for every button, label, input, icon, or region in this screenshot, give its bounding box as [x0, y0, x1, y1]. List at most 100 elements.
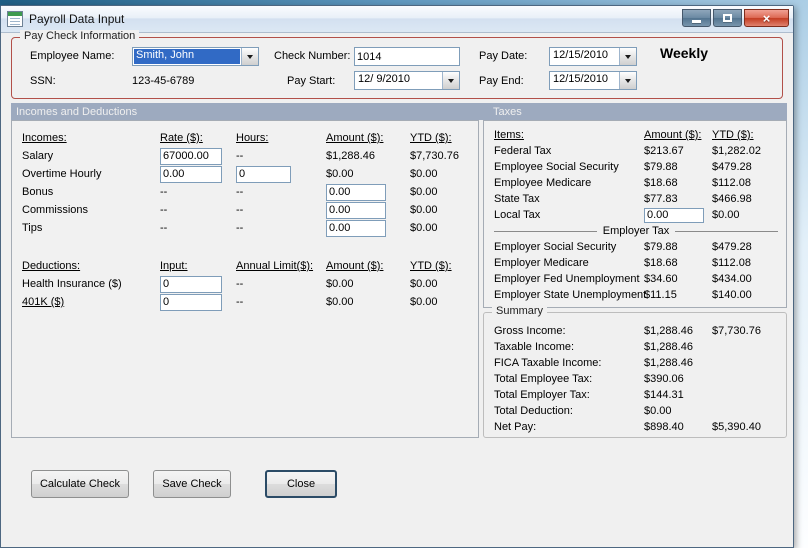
tax-amount: $18.68	[644, 257, 678, 269]
incomes-deductions-panel: Incomes: Rate ($): Hours: Amount ($): YT…	[11, 120, 479, 438]
pay-end-dropdown-button[interactable]	[619, 72, 636, 89]
deduction-name: Health Insurance ($)	[22, 278, 122, 290]
tax-amount: $77.83	[644, 193, 678, 205]
income-hours: --	[236, 222, 244, 234]
ytd-col-header: YTD ($):	[712, 129, 754, 141]
health-insurance-input[interactable]	[160, 275, 222, 293]
pay-date-dropdown-button[interactable]	[619, 48, 636, 65]
income-name: Commissions	[22, 204, 89, 216]
income-amount: $0.00	[326, 168, 354, 180]
tax-name: Employee Medicare	[494, 177, 592, 189]
employee-name-dropdown-button[interactable]	[241, 48, 258, 65]
check-number-label: Check Number:	[274, 50, 351, 62]
maximize-button[interactable]	[713, 9, 742, 27]
summary-name: Total Employee Tax:	[494, 373, 593, 385]
chevron-down-icon	[625, 78, 631, 83]
hours-col-header: Hours:	[236, 132, 269, 144]
paycheck-info-group-label: Pay Check Information	[20, 30, 140, 42]
chevron-down-icon	[448, 78, 454, 83]
income-row-overtime: Overtime Hourly $0.00 $0.00	[22, 165, 478, 183]
pay-start-picker[interactable]: 12/ 9/2010	[354, 71, 460, 90]
income-row-commissions: Commissions -- -- $0.00	[22, 201, 478, 219]
tax-row-employer-medicare: Employer Medicare $18.68 $112.08	[494, 255, 778, 271]
tax-name: Local Tax	[494, 209, 541, 221]
window-controls: ×	[682, 6, 789, 27]
summary-name: Net Pay:	[494, 421, 537, 433]
close-window-button[interactable]: ×	[744, 9, 789, 27]
tax-row-employer-state-unemployment: Employer State Unemployment $11.15 $140.…	[494, 287, 778, 303]
summary-amount: $1,288.46	[644, 325, 693, 337]
summary-name: Gross Income:	[494, 325, 566, 337]
income-ytd: $0.00	[410, 168, 438, 180]
deduction-ytd: $0.00	[410, 278, 438, 290]
income-row-salary: Salary -- $1,288.46 $7,730.76	[22, 147, 478, 165]
overtime-hours-input[interactable]	[236, 165, 291, 183]
deduction-row-401k: 401K ($) -- $0.00 $0.00	[22, 293, 478, 311]
tax-ytd: $112.08	[712, 257, 751, 269]
minimize-button[interactable]	[682, 9, 711, 27]
income-rate: --	[160, 222, 168, 234]
income-hours: --	[236, 204, 244, 216]
tax-name: Employer State Unemployment	[494, 289, 647, 301]
employer-tax-divider: Employer Tax	[494, 223, 778, 239]
summary-group-label: Summary	[492, 305, 548, 317]
tax-amount: $213.67	[644, 145, 684, 157]
tax-row-employer-fed-unemployment: Employer Fed Unemployment $34.60 $434.00	[494, 271, 778, 287]
rate-col-header: Rate ($):	[160, 132, 203, 144]
ytd-col-header: YTD ($):	[410, 132, 452, 144]
app-icon	[7, 11, 23, 27]
divider-line	[675, 230, 778, 232]
salary-rate-input[interactable]	[160, 147, 222, 165]
incomes-header-row: Incomes: Rate ($): Hours: Amount ($): YT…	[22, 129, 478, 147]
pay-end-value: 12/15/2010	[553, 73, 609, 85]
tax-amount: $34.60	[644, 273, 678, 285]
income-name: Bonus	[22, 186, 54, 198]
tax-ytd: $466.98	[712, 193, 752, 205]
local-tax-input[interactable]	[644, 207, 704, 223]
pay-start-dropdown-button[interactable]	[442, 72, 459, 89]
summary-amount: $898.40	[644, 421, 684, 433]
summary-amount: $1,288.46	[644, 357, 693, 369]
amount-col-header: Amount ($):	[326, 132, 384, 144]
employer-tax-header: Employer Tax	[602, 225, 670, 237]
pay-frequency-label: Weekly	[660, 45, 708, 61]
deduction-limit: --	[236, 296, 244, 308]
incomes-col-header: Incomes:	[22, 132, 67, 144]
chevron-down-icon	[247, 54, 253, 59]
close-button[interactable]: Close	[265, 470, 337, 498]
titlebar: Payroll Data Input ×	[1, 6, 793, 33]
check-number-input[interactable]	[354, 47, 460, 66]
401k-input[interactable]	[160, 293, 222, 311]
employee-name-combobox[interactable]: Smith, John	[132, 47, 259, 66]
summary-amount: $390.06	[644, 373, 684, 385]
pay-date-picker[interactable]: 12/15/2010	[549, 47, 637, 66]
calculate-check-button[interactable]: Calculate Check	[31, 470, 129, 498]
401k-link[interactable]: 401K ($)	[22, 296, 160, 308]
tax-ytd: $479.28	[712, 241, 752, 253]
bonus-amount-input[interactable]	[326, 183, 386, 201]
income-ytd: $0.00	[410, 222, 438, 234]
deduction-limit: --	[236, 278, 244, 290]
tips-amount-input[interactable]	[326, 219, 386, 237]
ssn-value: 123-45-6789	[132, 75, 195, 87]
taxes-section-header: Taxes	[493, 105, 522, 118]
summary-groupbox: Summary Gross Income: $1,288.46 $7,730.7…	[483, 305, 787, 438]
summary-amount: $144.31	[644, 389, 684, 401]
summary-ytd: $7,730.76	[712, 325, 761, 337]
tax-name: State Tax	[494, 193, 540, 205]
pay-end-picker[interactable]: 12/15/2010	[549, 71, 637, 90]
taxes-header-row: Items: Amount ($): YTD ($):	[494, 127, 778, 143]
overtime-rate-input[interactable]	[160, 165, 222, 183]
tax-row-employee-ss: Employee Social Security $79.88 $479.28	[494, 159, 778, 175]
commissions-amount-input[interactable]	[326, 201, 386, 219]
summary-name: FICA Taxable Income:	[494, 357, 602, 369]
incomes-section-header: Incomes and Deductions	[16, 105, 138, 118]
pay-date-value: 12/15/2010	[553, 49, 609, 61]
pay-date-label: Pay Date:	[479, 50, 528, 62]
save-check-button[interactable]: Save Check	[153, 470, 231, 498]
deductions-header-row: Deductions: Input: Annual Limit($): Amou…	[22, 257, 478, 275]
income-rate: --	[160, 204, 168, 216]
tax-amount: $11.15	[644, 289, 677, 301]
tax-name: Employer Medicare	[494, 257, 589, 269]
paycheck-info-groupbox: Pay Check Information Employee Name: Smi…	[11, 30, 783, 99]
